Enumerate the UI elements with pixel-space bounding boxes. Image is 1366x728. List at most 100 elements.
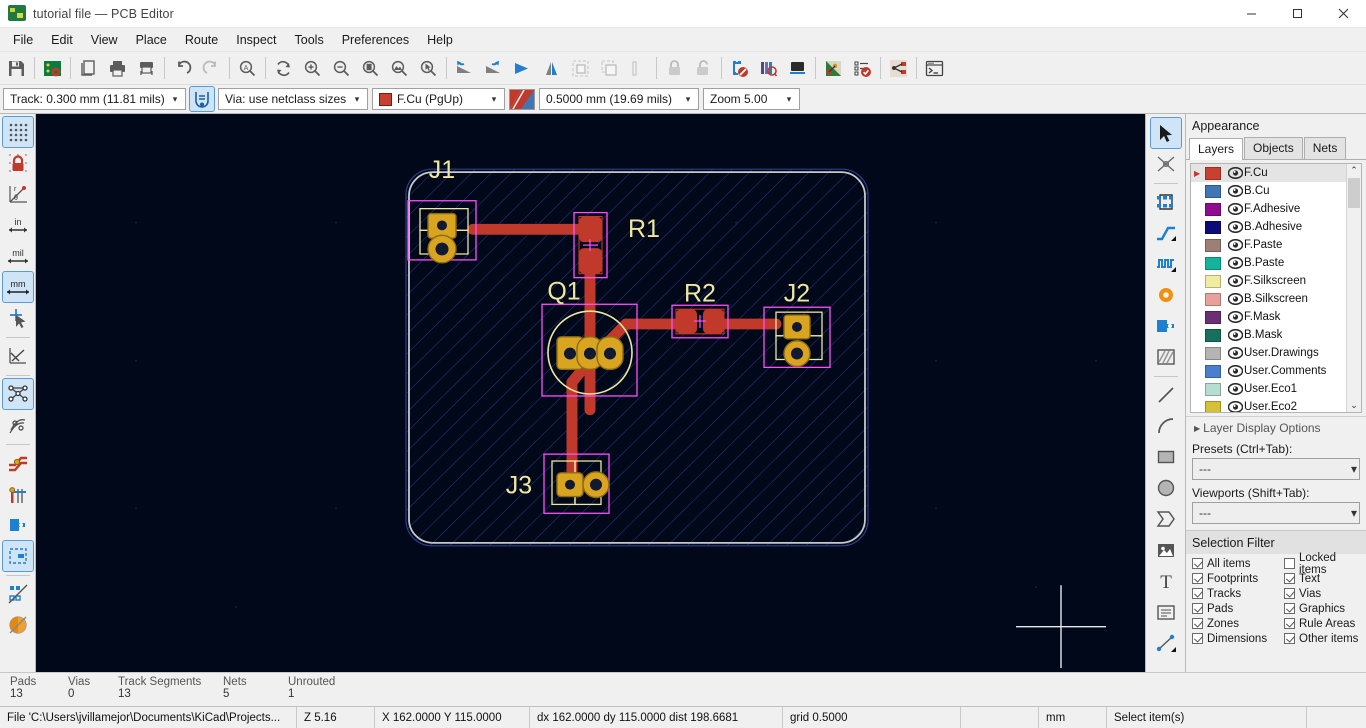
zone-display-filled-button[interactable] <box>1 540 34 572</box>
pcb-canvas[interactable]: J1 R1 Q1 R2 J2 J3 <box>36 114 1145 672</box>
menu-inspect[interactable]: Inspect <box>227 30 285 50</box>
selection-filter-item[interactable]: Locked items <box>1284 552 1362 576</box>
mirror-horizontal-button[interactable] <box>508 54 537 83</box>
eye-icon[interactable] <box>1226 185 1244 197</box>
add-textbox-tool-button[interactable] <box>1151 597 1181 627</box>
unlock-button[interactable] <box>689 54 718 83</box>
layer-list-scrollbar[interactable]: ⌃ ⌄ <box>1346 164 1361 412</box>
menu-file[interactable]: File <box>4 30 42 50</box>
rotate-ccw-button[interactable] <box>450 54 479 83</box>
selection-filter-item[interactable]: Dimensions <box>1192 631 1284 646</box>
layer-color-chip[interactable] <box>1205 220 1221 234</box>
zoom-select[interactable]: Zoom 5.00 ▾ <box>703 88 800 110</box>
checkbox-icon[interactable] <box>1284 558 1295 569</box>
footprint-library-button[interactable] <box>754 54 783 83</box>
contrast-mode-button[interactable] <box>3 610 33 640</box>
place-image-tool-button[interactable] <box>1151 535 1181 565</box>
layer-color-chip[interactable] <box>1205 382 1221 396</box>
edit-group-button[interactable] <box>624 54 653 83</box>
selection-filter-item[interactable]: Zones <box>1192 616 1284 631</box>
layer-color-chip[interactable] <box>1205 400 1221 412</box>
checkbox-icon[interactable] <box>1192 603 1203 614</box>
layer-row[interactable]: B.Mask <box>1191 326 1346 344</box>
eye-icon[interactable] <box>1226 311 1244 323</box>
plot-button[interactable] <box>132 54 161 83</box>
footprint-outlines-button[interactable] <box>3 579 33 609</box>
layer-row[interactable]: User.Eco2 <box>1191 398 1346 412</box>
presets-select[interactable]: --- ▾ <box>1192 458 1360 480</box>
scroll-down-icon[interactable]: ⌄ <box>1350 400 1358 411</box>
maximize-button[interactable] <box>1274 0 1320 28</box>
layer-row[interactable]: User.Comments <box>1191 362 1346 380</box>
scripting-console-button[interactable] <box>920 54 949 83</box>
menu-edit[interactable]: Edit <box>42 30 82 50</box>
menu-preferences[interactable]: Preferences <box>333 30 418 50</box>
layer-row[interactable]: User.Eco1 <box>1191 380 1346 398</box>
eye-icon[interactable] <box>1226 347 1244 359</box>
update-pcb-from-schematic-button[interactable] <box>819 54 848 83</box>
layer-row[interactable]: B.Adhesive <box>1191 218 1346 236</box>
units-inches-button[interactable]: in <box>3 210 33 240</box>
layer-color-chip[interactable] <box>1205 346 1221 360</box>
find-button[interactable]: A <box>233 54 262 83</box>
checkbox-icon[interactable] <box>1192 588 1203 599</box>
scroll-up-icon[interactable]: ⌃ <box>1350 165 1358 176</box>
layer-row[interactable]: F.Mask <box>1191 308 1346 326</box>
eye-icon[interactable] <box>1226 275 1244 287</box>
footprint-editor-button[interactable] <box>783 54 812 83</box>
draw-rectangle-tool-button[interactable] <box>1151 442 1181 472</box>
layer-row[interactable]: B.Paste <box>1191 254 1346 272</box>
selection-filter-item[interactable]: Pads <box>1192 601 1284 616</box>
menu-view[interactable]: View <box>82 30 127 50</box>
eye-icon[interactable] <box>1226 257 1244 269</box>
auto-track-width-toggle[interactable] <box>189 86 215 112</box>
selection-filter-item[interactable]: Graphics <box>1284 601 1362 616</box>
checkbox-icon[interactable] <box>1192 573 1203 584</box>
checkbox-icon[interactable] <box>1284 603 1295 614</box>
checkbox-icon[interactable] <box>1192 633 1203 644</box>
print-button[interactable] <box>103 54 132 83</box>
eye-icon[interactable] <box>1226 293 1244 305</box>
eye-icon[interactable] <box>1226 329 1244 341</box>
layer-color-chip[interactable] <box>1205 292 1221 306</box>
track-display-sketch-button[interactable] <box>3 448 33 478</box>
zoom-fit-page-button[interactable] <box>356 54 385 83</box>
zoom-out-button[interactable] <box>327 54 356 83</box>
zoom-in-button[interactable] <box>298 54 327 83</box>
board-setup-button[interactable] <box>38 54 67 83</box>
draw-line-tool-button[interactable] <box>1151 380 1181 410</box>
undo-button[interactable] <box>168 54 197 83</box>
eye-icon[interactable] <box>1226 365 1244 377</box>
eye-icon[interactable] <box>1226 239 1244 251</box>
close-button[interactable] <box>1320 0 1366 28</box>
checkbox-icon[interactable] <box>1284 573 1295 584</box>
tab-layers[interactable]: Layers <box>1189 138 1244 160</box>
menu-route[interactable]: Route <box>176 30 227 50</box>
tab-objects[interactable]: Objects <box>1244 137 1303 159</box>
layer-row[interactable]: User.Drawings <box>1191 344 1346 362</box>
layer-color-chip[interactable] <box>1205 274 1221 288</box>
save-button[interactable] <box>2 54 31 83</box>
netlist-check-button[interactable] <box>848 54 877 83</box>
draw-arc-tool-button[interactable] <box>1151 411 1181 441</box>
pcb-drawing[interactable]: J1 R1 Q1 R2 J2 J3 <box>36 114 1145 672</box>
checkbox-icon[interactable] <box>1192 618 1203 629</box>
layer-row[interactable]: B.Silkscreen <box>1191 290 1346 308</box>
viewports-select[interactable]: --- ▾ <box>1192 502 1360 524</box>
selection-filter-item[interactable]: Other items <box>1284 631 1362 646</box>
redo-button[interactable] <box>197 54 226 83</box>
layer-color-chip[interactable] <box>1205 238 1221 252</box>
checkbox-icon[interactable] <box>1284 633 1295 644</box>
highlight-net-tool-button[interactable] <box>1151 149 1181 179</box>
group-button[interactable] <box>566 54 595 83</box>
place-zone-tool-button[interactable] <box>1151 311 1181 341</box>
tab-nets[interactable]: Nets <box>1303 137 1347 159</box>
eye-icon[interactable] <box>1226 167 1244 179</box>
menu-tools[interactable]: Tools <box>286 30 333 50</box>
toggle-grid-button[interactable] <box>1 116 34 148</box>
layer-color-chip[interactable] <box>1205 256 1221 270</box>
menu-help[interactable]: Help <box>418 30 462 50</box>
page-settings-button[interactable] <box>74 54 103 83</box>
layer-color-chip[interactable] <box>1205 328 1221 342</box>
draw-circle-tool-button[interactable] <box>1151 473 1181 503</box>
